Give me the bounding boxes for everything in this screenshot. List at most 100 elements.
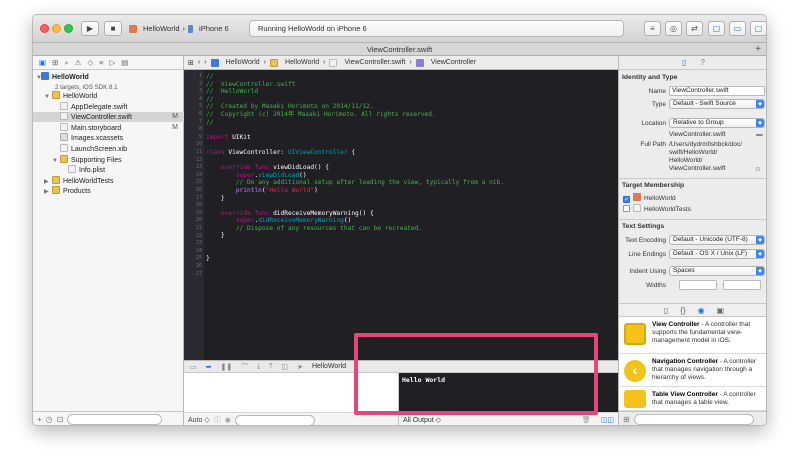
file-tree-row[interactable]: AppDelegate.swift bbox=[33, 101, 184, 112]
search-icon[interactable]: ⌕ bbox=[64, 58, 68, 68]
code-line[interactable]: // Copyright (c) 2014年 Masaki Horimoto. … bbox=[206, 111, 504, 119]
library-filter-input[interactable] bbox=[633, 414, 754, 425]
step-out-icon[interactable]: ⤒ bbox=[269, 363, 272, 371]
library-item-navigation-controller[interactable]: ‹ Navigation Controller - A controller t… bbox=[619, 354, 766, 387]
code-line[interactable] bbox=[206, 240, 504, 248]
code-line[interactable]: super.didReceiveMemoryWarning() bbox=[206, 217, 504, 225]
target-row-2[interactable]: HelloWorldTests bbox=[623, 204, 691, 213]
code-line[interactable]: } bbox=[206, 232, 504, 240]
name-field[interactable]: ViewController.swift bbox=[669, 86, 765, 96]
library-item-view-controller[interactable]: View Controller - A controller that supp… bbox=[619, 317, 766, 354]
code-line[interactable]: import UIKit bbox=[206, 134, 504, 142]
debug-icon[interactable]: ≡ bbox=[99, 58, 103, 67]
code-line[interactable]: override func didReceiveMemoryWarning() … bbox=[206, 210, 504, 218]
plus-icon[interactable]: + bbox=[37, 415, 42, 424]
crumb-project[interactable]: HelloWorld bbox=[226, 59, 260, 66]
code-line[interactable]: } bbox=[206, 255, 504, 263]
media-library-icon[interactable]: ▣ bbox=[717, 306, 725, 315]
file-tree-row[interactable]: Images.xcassets bbox=[33, 133, 184, 143]
symbol-icon[interactable]: ⊞ bbox=[52, 58, 58, 67]
standard-editor-button[interactable]: ≡ bbox=[644, 21, 661, 36]
folder-reveal-icon[interactable]: ▬ bbox=[756, 131, 763, 138]
report-icon[interactable]: ▤ bbox=[121, 58, 128, 67]
crumb-file[interactable]: ViewController.swift bbox=[344, 59, 405, 66]
disclosure-triangle-icon[interactable]: ▶ bbox=[44, 187, 52, 197]
file-inspector-icon[interactable]: ▯ bbox=[682, 58, 686, 67]
code-line[interactable]: // bbox=[206, 96, 504, 104]
toggle-debug-button[interactable]: ▭ bbox=[729, 21, 746, 36]
indent-width-field[interactable] bbox=[723, 280, 761, 290]
code-line[interactable]: // bbox=[206, 119, 504, 127]
quick-help-icon[interactable]: ? bbox=[700, 58, 704, 67]
forward-icon[interactable]: › bbox=[204, 59, 206, 66]
eye-icon[interactable]: ◉ bbox=[225, 416, 231, 424]
line-number-gutter[interactable]: 1 2 3 4 5 6 7 8 9 10 11 12 13 14 15 16 17 18 19 20 21 22 23 24 2… bbox=[184, 70, 204, 360]
code-line[interactable]: // Created by Masaki Horimoto on 2014/11… bbox=[206, 103, 504, 111]
file-tree-row[interactable]: ViewController.swift M bbox=[33, 112, 184, 123]
file-tree-row[interactable]: ▼ HelloWorld bbox=[33, 91, 184, 101]
scheme-selector[interactable]: HelloWorld › iPhone 6 bbox=[129, 21, 229, 36]
assistant-editor-button[interactable]: ◎ bbox=[665, 21, 682, 36]
code-text[interactable]: //// ViewController.swift// HelloWorld//… bbox=[206, 73, 504, 278]
disclosure-triangle-icon[interactable]: ▶ bbox=[44, 177, 52, 187]
back-icon[interactable]: ‹ bbox=[198, 59, 200, 66]
maximize-window-button[interactable] bbox=[64, 24, 73, 33]
info-icon[interactable]: ⓘ bbox=[214, 415, 221, 425]
file-template-icon[interactable]: ▯ bbox=[664, 306, 668, 315]
checkbox-unchecked-icon[interactable] bbox=[623, 205, 630, 212]
object-library-icon[interactable]: ◉ bbox=[698, 306, 705, 315]
warning-icon[interactable]: ⚠ bbox=[75, 58, 82, 67]
tab-width-field[interactable] bbox=[679, 280, 717, 290]
file-tree-row[interactable]: ▼ Supporting Files bbox=[33, 154, 184, 166]
location-icon[interactable]: ➤ bbox=[297, 363, 303, 371]
test-icon[interactable]: ◇ bbox=[87, 58, 93, 67]
toggle-utilities-button[interactable]: ▢ bbox=[750, 21, 766, 36]
project-root[interactable]: ▼ HelloWorld 2 targets, iOS SDK 8.1 bbox=[33, 72, 184, 91]
close-window-button[interactable] bbox=[40, 24, 49, 33]
variables-filter-input[interactable] bbox=[234, 414, 315, 425]
code-line[interactable] bbox=[206, 157, 504, 165]
checkbox-checked-icon[interactable]: ✓ bbox=[623, 196, 630, 203]
disclosure-triangle-icon[interactable]: ▼ bbox=[52, 156, 60, 166]
view-debug-icon[interactable]: ◫ bbox=[281, 363, 288, 371]
debug-target[interactable]: HelloWorld bbox=[312, 363, 346, 370]
code-line[interactable] bbox=[206, 202, 504, 210]
step-in-icon[interactable]: ⤓ bbox=[257, 363, 260, 371]
indent-popup[interactable]: Spaces ◆ bbox=[669, 266, 765, 276]
hide-debug-icon[interactable]: ▭ bbox=[190, 363, 197, 371]
endings-popup[interactable]: Default - OS X / Unix (LF) ◆ bbox=[669, 249, 765, 259]
grid-icon[interactable]: ⊞ bbox=[623, 415, 630, 424]
code-line[interactable]: super.viewDidLoad() bbox=[206, 172, 504, 180]
code-line[interactable]: // HelloWorld bbox=[206, 88, 504, 96]
code-line[interactable]: println("Hello World") bbox=[206, 187, 504, 195]
split-view-icon[interactable]: ◫◫ bbox=[601, 416, 614, 424]
code-line[interactable]: // Do any additional setup after loading… bbox=[206, 179, 504, 187]
encoding-popup[interactable]: Default - Unicode (UTF-8) ◆ bbox=[669, 235, 765, 245]
pause-icon[interactable]: ❚❚ bbox=[221, 363, 233, 371]
code-line[interactable] bbox=[206, 126, 504, 134]
tab-viewcontroller-swift[interactable]: ViewController.swift bbox=[367, 45, 432, 54]
code-snippet-icon[interactable]: {} bbox=[680, 306, 685, 315]
minimize-window-button[interactable] bbox=[52, 24, 61, 33]
code-line[interactable]: } bbox=[206, 195, 504, 203]
add-tab-button[interactable]: + bbox=[755, 43, 761, 56]
location-popup[interactable]: Relative to Group ◆ bbox=[669, 118, 765, 128]
trash-icon[interactable]: 🗑 bbox=[582, 416, 591, 424]
code-line[interactable] bbox=[206, 263, 504, 271]
source-editor[interactable]: 1 2 3 4 5 6 7 8 9 10 11 12 13 14 15 16 17 18 19 20 21 22 23 24 2… bbox=[184, 70, 618, 360]
type-popup[interactable]: Default - Swift Source ◆ bbox=[669, 99, 765, 109]
toggle-navigator-button[interactable]: ▢ bbox=[708, 21, 725, 36]
code-line[interactable] bbox=[206, 141, 504, 149]
reveal-arrow-icon[interactable]: ⊙ bbox=[755, 165, 760, 173]
disclosure-triangle-icon[interactable]: ▼ bbox=[44, 92, 52, 102]
code-line[interactable]: override func viewDidLoad() { bbox=[206, 164, 504, 172]
file-tree-row[interactable]: LaunchScreen.xib bbox=[33, 144, 184, 154]
code-line[interactable]: class ViewController: UIViewController { bbox=[206, 149, 504, 157]
file-tree-row[interactable]: Info.plist bbox=[33, 165, 184, 175]
output-selector[interactable]: All Output ◇ bbox=[403, 416, 441, 424]
stop-button[interactable]: ■ bbox=[104, 21, 122, 36]
auto-selector[interactable]: Auto ◇ bbox=[188, 416, 210, 424]
step-over-icon[interactable]: ⌒ bbox=[241, 362, 248, 372]
crumb-symbol[interactable]: ViewController bbox=[431, 59, 476, 66]
clock-icon[interactable]: ◷ bbox=[46, 415, 53, 424]
